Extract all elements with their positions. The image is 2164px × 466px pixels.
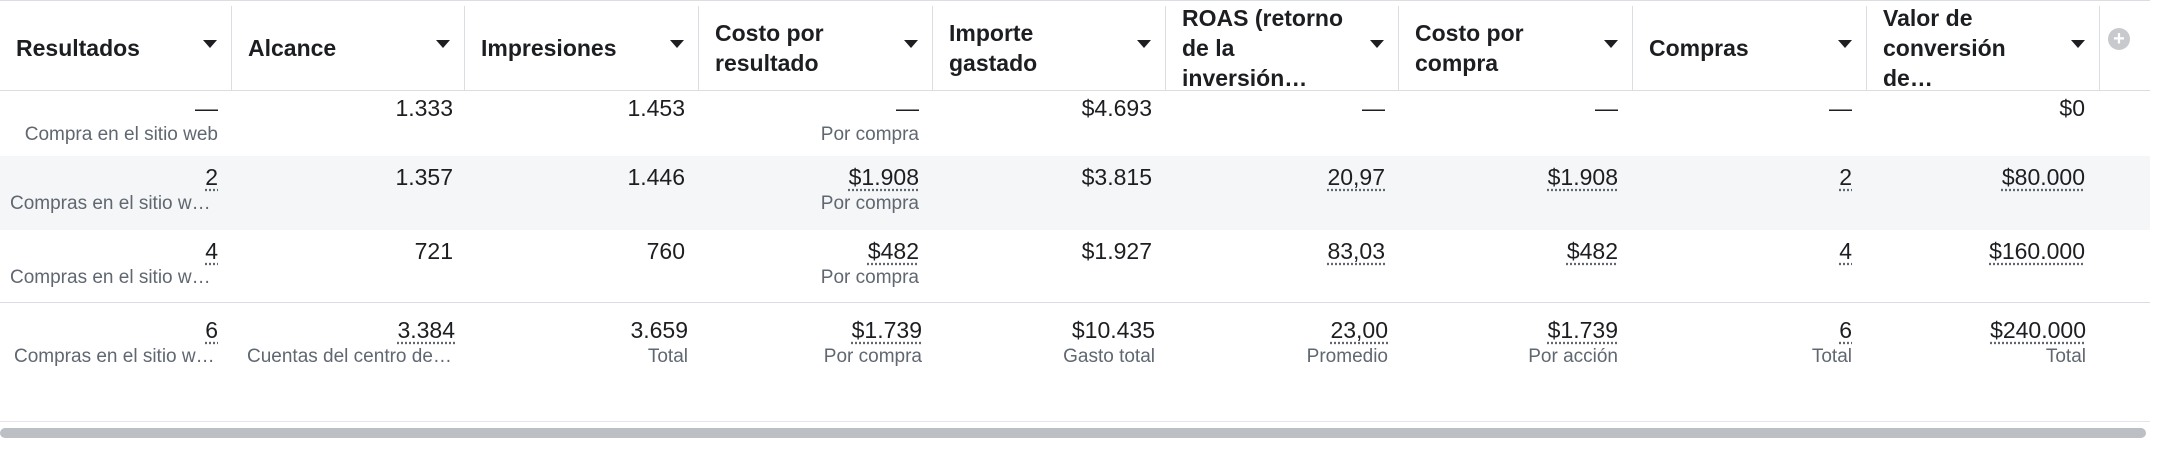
column-header-label: Importe gastado bbox=[949, 20, 1038, 76]
total-importe-gastado: $10.435 Gasto total bbox=[1063, 317, 1155, 367]
table-header: Resultados Alcance Impresiones Costo por… bbox=[0, 5, 2150, 91]
column-header-label: Alcance bbox=[248, 35, 337, 61]
column-header-label: Costo por resultado bbox=[715, 20, 824, 76]
total-alcance: 3.384 Cuentas del centro de… bbox=[247, 317, 455, 367]
cell-alcance: 721 bbox=[414, 238, 453, 264]
cell-importe-gastado: $4.693 bbox=[1081, 95, 1152, 121]
add-column-icon[interactable]: + bbox=[2108, 28, 2130, 50]
total-impresiones: 3.659 Total bbox=[630, 317, 688, 367]
cell-costo-por-resultado: $1.908 Por compra bbox=[820, 164, 919, 214]
cell-resultados: 4 Compras en el sitio w… bbox=[10, 238, 218, 288]
total-compras: 6 Total bbox=[1811, 317, 1852, 367]
sort-caret-icon[interactable] bbox=[670, 40, 684, 48]
sort-caret-icon[interactable] bbox=[1370, 40, 1384, 48]
table-row[interactable]: 2 Compras en el sitio w… 1.357 1.446 $1.… bbox=[0, 156, 2150, 230]
sort-caret-icon[interactable] bbox=[2071, 40, 2085, 48]
column-header-alcance[interactable]: Alcance bbox=[232, 6, 465, 90]
column-header-label: ROAS (retorno de la inversión… bbox=[1182, 5, 1343, 91]
total-valor-de-conversion: $240.000 Total bbox=[1990, 317, 2086, 367]
cell-impresiones: 1.453 bbox=[627, 95, 685, 121]
total-resultados: 6 Compras en el sitio w… bbox=[14, 317, 218, 367]
sort-caret-icon[interactable] bbox=[904, 40, 918, 48]
cell-compras: 4 bbox=[1839, 238, 1852, 264]
table-top-border bbox=[0, 0, 2150, 5]
column-header-resultados[interactable]: Resultados bbox=[0, 6, 232, 90]
cell-impresiones: 760 bbox=[646, 238, 685, 264]
cell-costo-por-resultado: — Por compra bbox=[820, 95, 919, 145]
cell-costo-por-resultado: $482 Por compra bbox=[820, 238, 919, 288]
column-header-label: Impresiones bbox=[481, 35, 617, 61]
total-costo-por-resultado: $1.739 Por compra bbox=[823, 317, 922, 367]
cell-compras: 2 bbox=[1839, 164, 1852, 190]
cell-valor-de-conversion: $160.000 bbox=[1989, 238, 2085, 264]
sort-caret-icon[interactable] bbox=[203, 40, 217, 48]
cell-costo-por-compra: $482 bbox=[1566, 238, 1618, 264]
column-header-compras[interactable]: Compras bbox=[1633, 6, 1867, 90]
sort-caret-icon[interactable] bbox=[1137, 40, 1151, 48]
column-header-label: Compras bbox=[1649, 35, 1749, 61]
column-header-impresiones[interactable]: Impresiones bbox=[465, 6, 699, 90]
column-header-label: Costo por compra bbox=[1415, 20, 1524, 76]
cell-costo-por-compra: — bbox=[1595, 95, 1618, 121]
table-row[interactable]: — Compra en el sitio web 1.333 1.453 — P… bbox=[0, 90, 2150, 156]
table-bottom-border bbox=[0, 421, 2150, 422]
cell-roas: 83,03 bbox=[1327, 238, 1385, 264]
horizontal-scrollbar[interactable] bbox=[0, 428, 2146, 438]
column-header-label: Valor de conversión de… bbox=[1883, 5, 2006, 91]
column-header-valor-de-conversion[interactable]: Valor de conversión de… bbox=[1867, 5, 2100, 91]
column-header-costo-por-resultado[interactable]: Costo por resultado bbox=[699, 6, 933, 90]
cell-impresiones: 1.446 bbox=[627, 164, 685, 190]
cell-resultados: 2 Compras en el sitio w… bbox=[10, 164, 218, 214]
cell-alcance: 1.357 bbox=[395, 164, 453, 190]
cell-valor-de-conversion: $80.000 bbox=[2001, 164, 2085, 190]
total-costo-por-compra: $1.739 Por acción bbox=[1528, 317, 1618, 367]
cell-alcance: 1.333 bbox=[395, 95, 453, 121]
sort-caret-icon[interactable] bbox=[436, 40, 450, 48]
sort-caret-icon[interactable] bbox=[1604, 40, 1618, 48]
cell-importe-gastado: $3.815 bbox=[1081, 164, 1152, 190]
sort-caret-icon[interactable] bbox=[1838, 40, 1852, 48]
column-header-importe-gastado[interactable]: Importe gastado bbox=[933, 6, 1166, 90]
column-header-label: Resultados bbox=[16, 35, 140, 61]
cell-roas: — bbox=[1362, 95, 1385, 121]
cell-roas: 20,97 bbox=[1327, 164, 1385, 190]
cell-costo-por-compra: $1.908 bbox=[1547, 164, 1618, 190]
table-row[interactable]: 4 Compras en el sitio w… 721 760 $482 Po… bbox=[0, 230, 2150, 302]
column-header-roas[interactable]: ROAS (retorno de la inversión… bbox=[1166, 5, 1399, 91]
cell-compras: — bbox=[1829, 95, 1852, 121]
column-header-costo-por-compra[interactable]: Costo por compra bbox=[1399, 6, 1633, 90]
totals-row: 6 Compras en el sitio w… 3.384 Cuentas d… bbox=[0, 303, 2150, 421]
cell-importe-gastado: $1.927 bbox=[1081, 238, 1152, 264]
cell-valor-de-conversion: $0 bbox=[2059, 95, 2085, 121]
cell-resultados: — Compra en el sitio web bbox=[24, 95, 218, 145]
total-roas: 23,00 Promedio bbox=[1306, 317, 1388, 367]
